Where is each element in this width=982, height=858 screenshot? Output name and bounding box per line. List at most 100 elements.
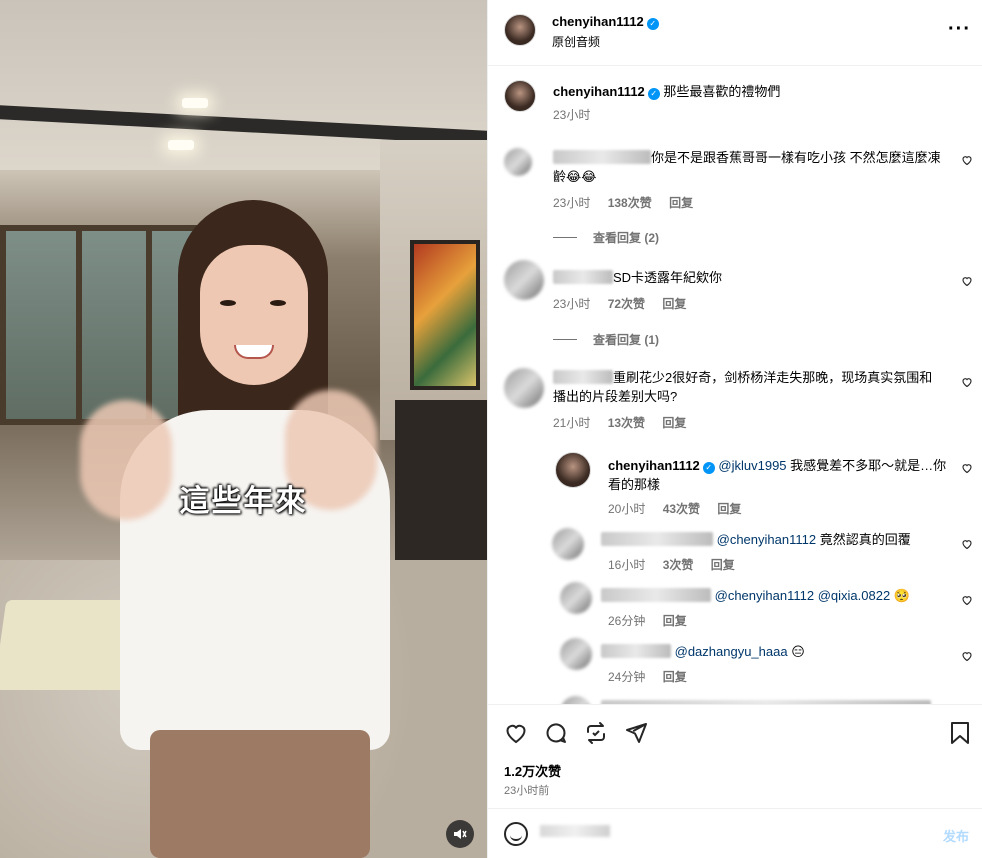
masked-username[interactable] <box>553 270 613 284</box>
reply-item: @dazhangyu_haaa 😑 24分钟 回复 <box>488 638 982 688</box>
verified-badge-icon: ✓ <box>647 88 660 100</box>
reply-avatar[interactable] <box>560 582 592 614</box>
likes-count[interactable]: 1.2万次赞 <box>504 761 561 780</box>
caption-text: 那些最喜歡的禮物們 <box>663 84 781 99</box>
video-lamp <box>168 140 194 150</box>
reply-avatar[interactable] <box>560 696 592 704</box>
comment-likes[interactable]: 72次赞 <box>608 297 645 311</box>
reply-meta: 24分钟 回复 <box>608 668 701 685</box>
reply-avatar[interactable] <box>555 452 591 488</box>
speaker-muted-icon[interactable] <box>446 820 474 848</box>
repost-icon[interactable] <box>582 719 610 747</box>
reply-time: 20小时 <box>608 502 646 516</box>
reply-likes[interactable]: 3次赞 <box>663 558 694 572</box>
reply-button[interactable]: 回复 <box>711 558 735 572</box>
reply-text: 😑 <box>787 644 805 659</box>
reply-button[interactable]: 回复 <box>669 196 693 210</box>
reply-text: 🥺 <box>890 588 910 603</box>
video-caption-overlay: 這些年來 <box>179 484 308 519</box>
comment-likes[interactable]: 13次赞 <box>608 416 645 430</box>
reel-video[interactable]: 這些年來 <box>0 0 487 858</box>
commenter-avatar[interactable] <box>504 368 544 408</box>
reply-mention[interactable]: @chenyihan1112 <box>717 532 816 547</box>
reply-mention[interactable]: @jkluv1995 <box>718 458 786 473</box>
comment-heart-icon[interactable] <box>961 538 973 553</box>
reply-time: 26分钟 <box>608 614 646 628</box>
caption-time: 23小时 <box>553 108 591 122</box>
reply-item: @chenyihan1112 竟然認真的回覆 16小时 3次赞 回复 <box>488 526 982 576</box>
comment-time: 21小时 <box>553 416 591 430</box>
post-panel: chenyihan1112 ✓ 原创音频 ··· chenyihan1112 ✓ 那… <box>487 0 982 858</box>
masked-username[interactable] <box>553 150 651 164</box>
caption-username[interactable]: chenyihan1112 <box>553 84 645 99</box>
comment-heart-icon[interactable] <box>961 650 973 665</box>
caption-meta: 23小时 <box>553 106 604 123</box>
video-lamp <box>182 98 208 108</box>
comment-text: SD卡透露年紀欸你 <box>613 270 723 285</box>
masked-username[interactable] <box>601 644 671 658</box>
share-icon[interactable] <box>622 719 650 747</box>
view-replies-button[interactable]: 查看回复 (2) <box>553 229 659 246</box>
commenter-avatar[interactable] <box>504 260 544 300</box>
reply-mention[interactable]: @chenyihan1112 <box>715 588 814 603</box>
reply-text: 竟然認真的回覆 <box>816 532 911 547</box>
heart-icon[interactable] <box>502 719 530 747</box>
reply-item-partial <box>488 694 982 704</box>
reply-button[interactable]: 回复 <box>662 297 686 311</box>
comment-item: 重刷花少2很好奇，剑桥杨洋走失那晚，现场真实氛围和播出的片段差别大吗? 21小时… <box>488 366 982 436</box>
reply-item: @chenyihan1112 @qixia.0822 🥺 26分钟 回复 <box>488 582 982 632</box>
comment-likes[interactable]: 138次赞 <box>608 196 652 210</box>
audio-label[interactable]: 原创音频 <box>552 33 600 50</box>
comment-meta: 23小时 72次赞 回复 <box>553 295 700 312</box>
post-comment-button[interactable]: 发布 <box>943 826 969 845</box>
comment-composer: 发布 <box>488 808 982 858</box>
reply-likes[interactable]: 43次赞 <box>663 502 700 516</box>
author-username[interactable]: chenyihan1112 ✓ <box>552 14 659 30</box>
comment-icon[interactable] <box>542 719 570 747</box>
verified-badge-icon: ✓ <box>646 18 659 30</box>
post-time: 23小时前 <box>504 785 550 797</box>
reply-button[interactable]: 回复 <box>663 670 687 684</box>
comments-list[interactable]: chenyihan1112 ✓ 那些最喜歡的禮物們 23小时 你是不是跟香蕉哥哥一… <box>488 66 982 704</box>
comment-item: SD卡透露年紀欸你 23小时 72次赞 回复 查看回复 (1) <box>488 258 982 358</box>
comment-heart-icon[interactable] <box>961 594 973 609</box>
masked-username[interactable] <box>601 532 713 546</box>
verified-badge-icon: ✓ <box>702 462 715 474</box>
commenter-avatar[interactable] <box>504 148 532 176</box>
reply-meta: 20小时 43次赞 回复 <box>608 500 755 517</box>
reply-avatar[interactable] <box>552 528 584 560</box>
reply-meta: 16小时 3次赞 回复 <box>608 556 749 573</box>
reply-time: 24分钟 <box>608 670 646 684</box>
comment-item: 你是不是跟香蕉哥哥一樣有吃小孩 不然怎麼這麼凍齡😂😂 23小时 138次赞 回复… <box>488 140 982 250</box>
video-painting <box>410 240 480 390</box>
comment-meta: 23小时 138次赞 回复 <box>553 194 707 211</box>
reply-item: chenyihan1112 ✓ @jkluv1995 我感覺差不多耶～就是…你看的… <box>488 450 982 520</box>
comment-meta: 21小时 13次赞 回复 <box>553 414 700 431</box>
more-options-icon[interactable]: ··· <box>948 18 971 41</box>
reply-avatar[interactable] <box>560 638 592 670</box>
reply-username[interactable]: chenyihan1112 <box>608 458 700 473</box>
comment-heart-icon[interactable] <box>961 462 973 477</box>
masked-username[interactable] <box>601 588 711 602</box>
reply-button[interactable]: 回复 <box>662 416 686 430</box>
bookmark-icon[interactable] <box>946 719 974 747</box>
reply-meta: 26分钟 回复 <box>608 612 701 629</box>
view-replies-button[interactable]: 查看回复 (1) <box>553 331 659 348</box>
comment-heart-icon[interactable] <box>961 275 973 290</box>
caption-avatar[interactable] <box>504 80 536 112</box>
comment-time: 23小时 <box>553 297 591 311</box>
reply-time: 16小时 <box>608 558 646 572</box>
reply-mention-2[interactable]: @qixia.0822 <box>818 588 890 603</box>
post-header: chenyihan1112 ✓ 原创音频 ··· <box>488 0 982 66</box>
comment-time: 23小时 <box>553 196 591 210</box>
comment-input[interactable] <box>540 825 610 837</box>
author-avatar[interactable] <box>504 14 536 46</box>
reply-button[interactable]: 回复 <box>717 502 741 516</box>
reply-button[interactable]: 回复 <box>663 614 687 628</box>
reply-mention[interactable]: @dazhangyu_haaa <box>675 644 788 659</box>
emoji-icon[interactable] <box>504 822 528 846</box>
comment-heart-icon[interactable] <box>961 154 973 169</box>
masked-username[interactable] <box>553 370 613 384</box>
comment-heart-icon[interactable] <box>961 376 973 391</box>
post-actions: 1.2万次赞 23小时前 <box>488 704 982 808</box>
